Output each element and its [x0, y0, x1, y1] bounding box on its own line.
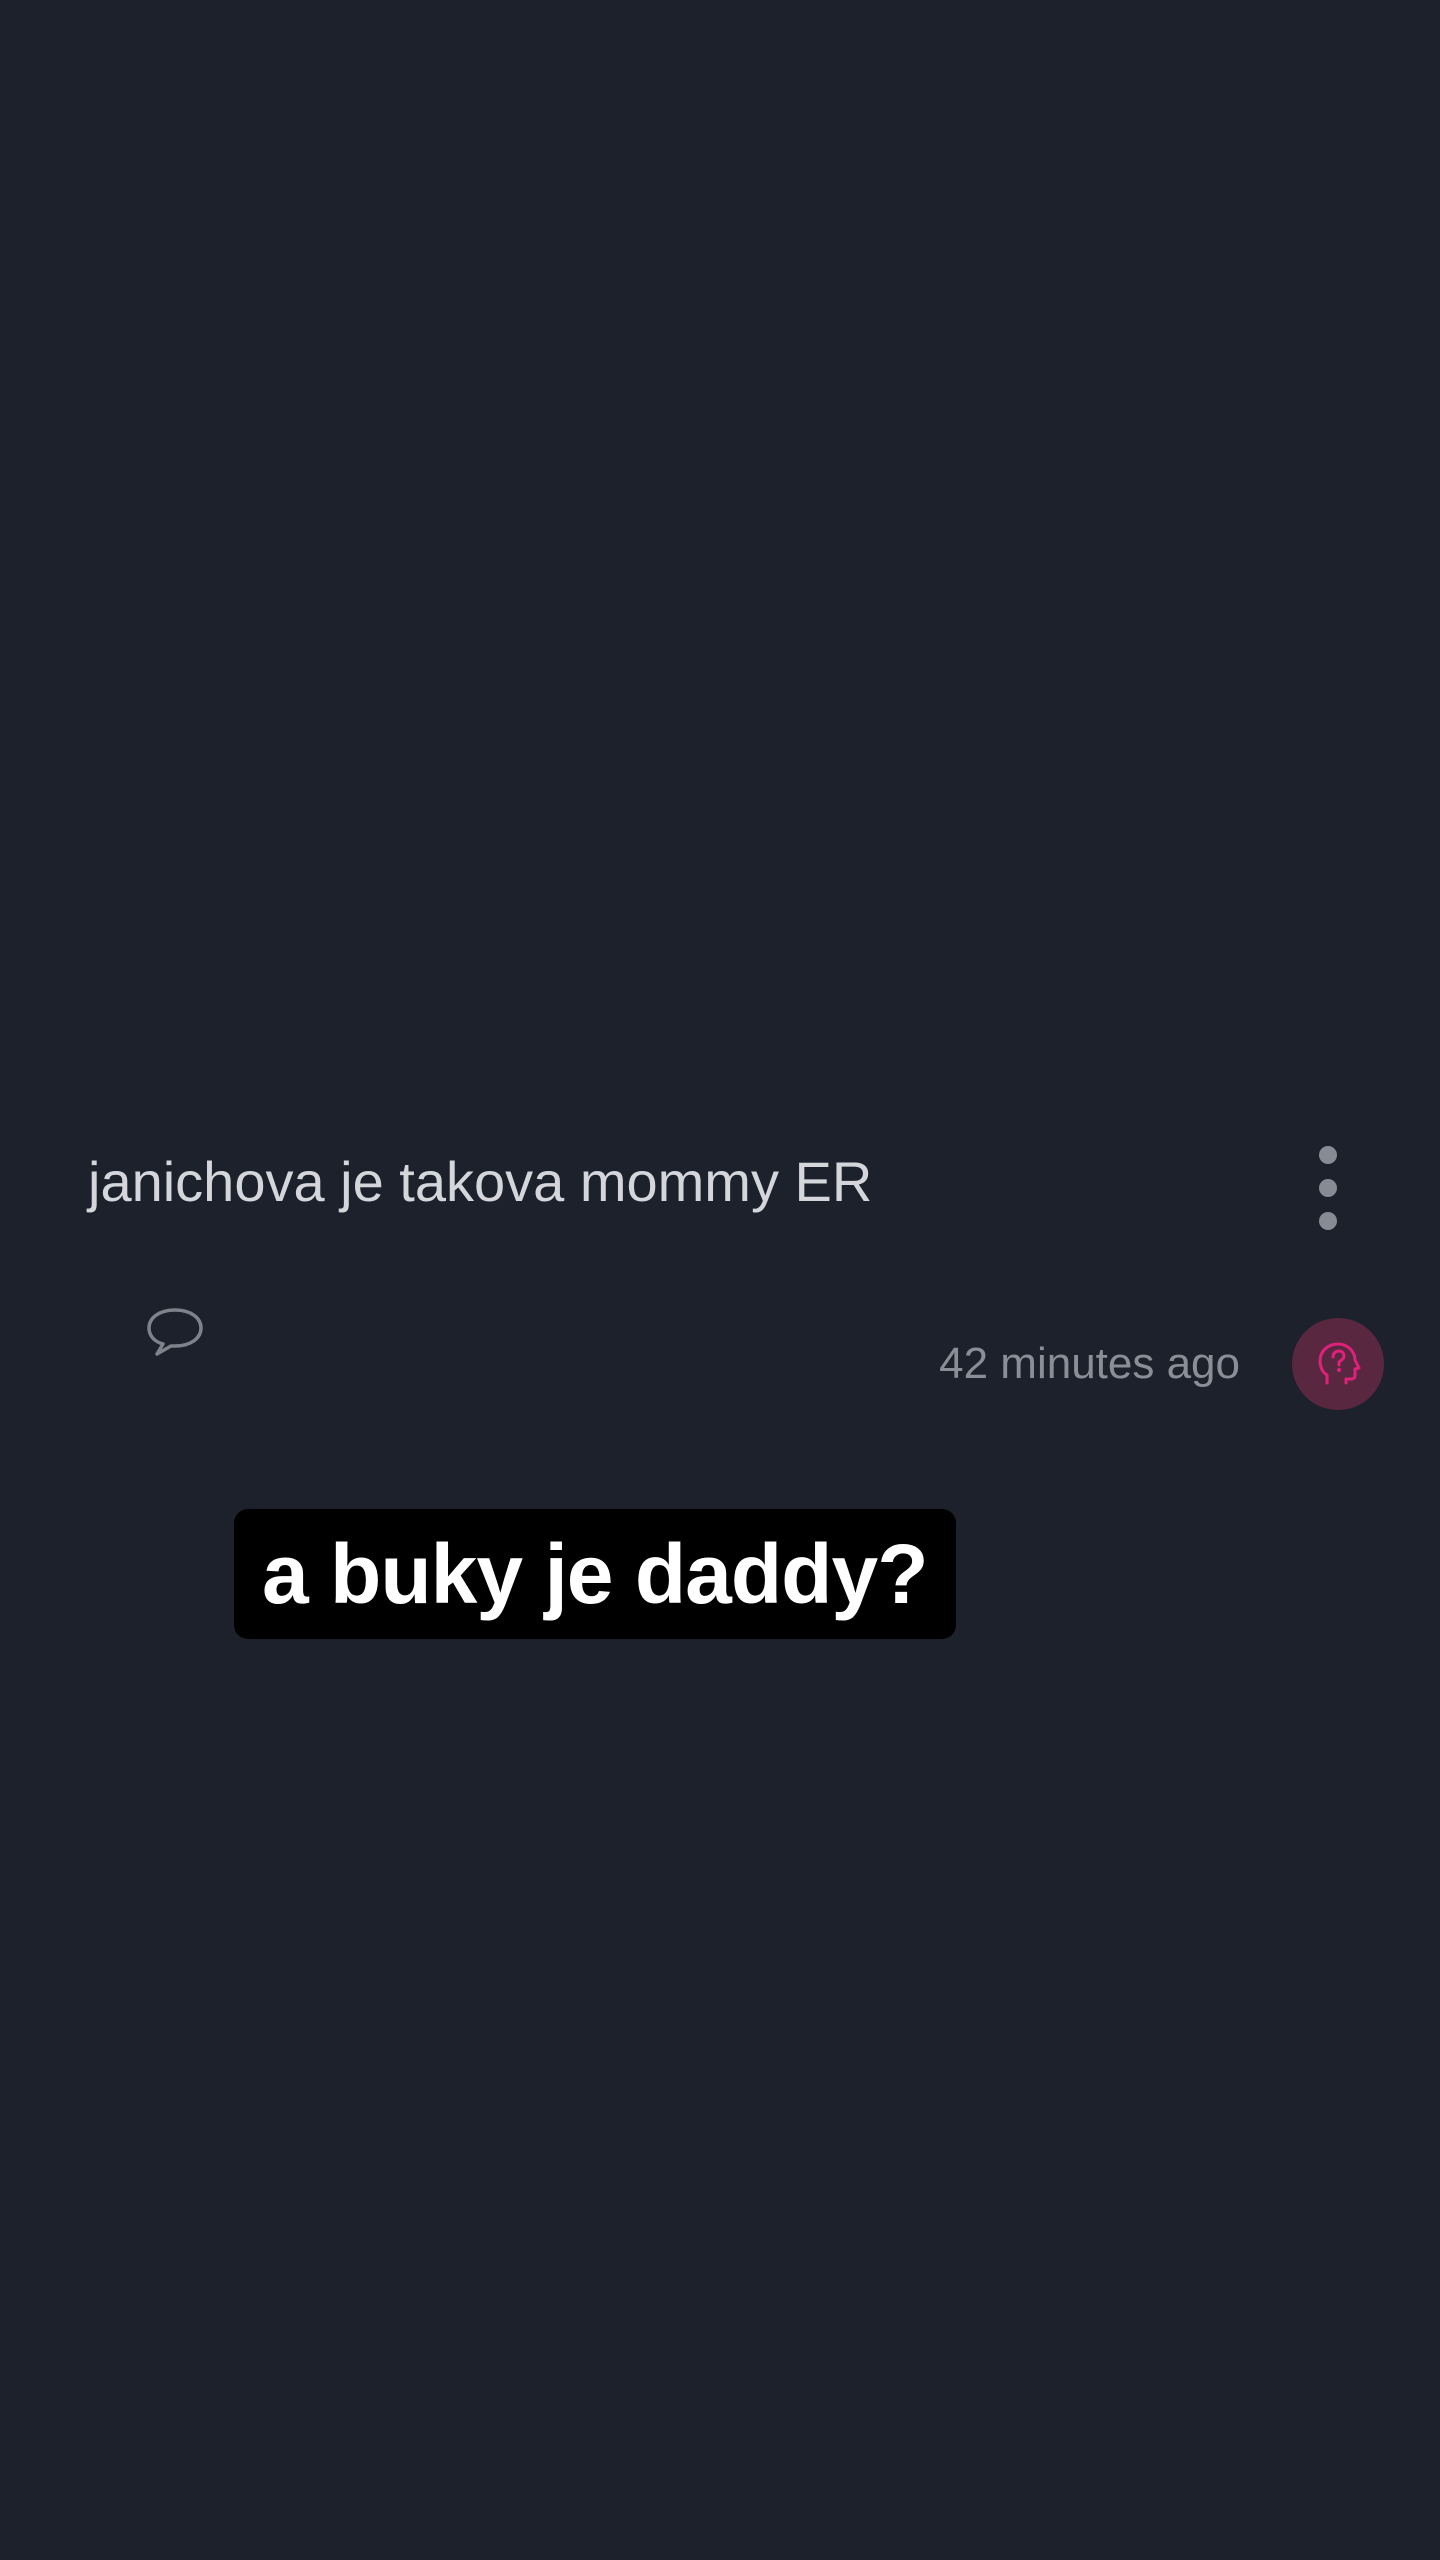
more-vertical-icon-dot: [1319, 1146, 1337, 1164]
more-vertical-icon-dot: [1319, 1179, 1337, 1197]
caption-text: a buky je daddy?: [262, 1527, 929, 1621]
more-options-button[interactable]: [1296, 1146, 1360, 1230]
anonymous-question-head-icon: [1318, 1342, 1361, 1385]
more-vertical-icon-dot: [1319, 1212, 1337, 1230]
avatar[interactable]: [1292, 1318, 1384, 1410]
post-screen: janichova je takova mommy ER 42 minutes …: [0, 0, 1440, 2560]
caption-overlay: a buky je daddy?: [234, 1509, 956, 1639]
comment-bubble-icon[interactable]: [145, 1306, 205, 1358]
post-timestamp: 42 minutes ago: [939, 1339, 1240, 1388]
post-text: janichova je takova mommy ER: [88, 1150, 873, 1213]
